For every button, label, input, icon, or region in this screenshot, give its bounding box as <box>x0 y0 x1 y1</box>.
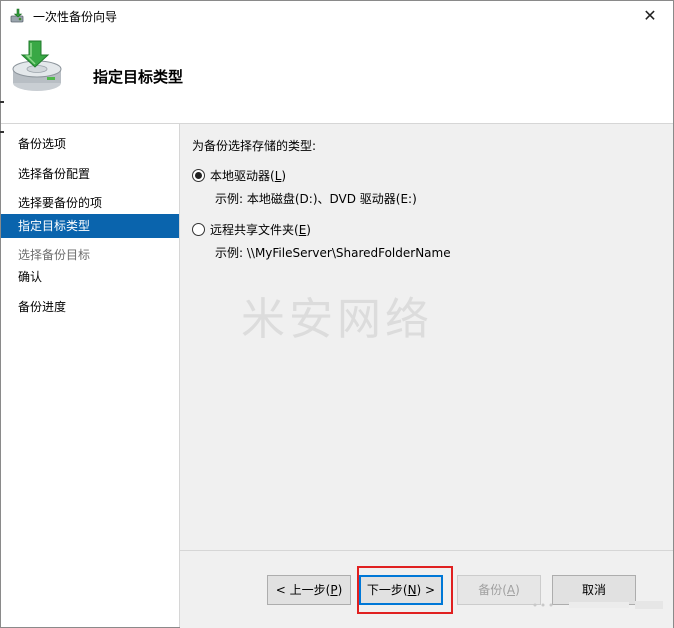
local-drive-example: 示例: 本地磁盘(D:)、DVD 驱动器(E:) <box>215 192 417 206</box>
local-drive-option[interactable]: 本地驱动器(L) <box>192 167 286 185</box>
nav-item-destination-type[interactable]: 指定目标类型 <box>1 214 179 238</box>
wizard-window: 一次性备份向导 ✕ 指定目标类型 备份选项 选择备份配置 选择要备份的项 指定目… <box>0 0 674 628</box>
remote-share-option[interactable]: 远程共享文件夹(E) <box>192 221 311 239</box>
back-button[interactable]: < 上一步(P) <box>267 575 351 605</box>
local-drive-radio[interactable] <box>192 169 205 182</box>
nav-item-backup-config[interactable]: 选择备份配置 <box>1 162 179 186</box>
wizard-step-list: 备份选项 选择备份配置 选择要备份的项 指定目标类型 选择备份目标 确认 备份进… <box>1 124 180 627</box>
title-bar: 一次性备份向导 ✕ <box>1 1 673 31</box>
remote-share-label: 远程共享文件夹(E) <box>210 223 311 237</box>
close-button[interactable]: ✕ <box>627 1 673 31</box>
backup-wizard-icon <box>10 8 24 23</box>
nav-item-backup-progress[interactable]: 备份进度 <box>1 295 179 319</box>
nav-item-backup-destination[interactable]: 选择备份目标 <box>1 243 179 267</box>
storage-type-prompt: 为备份选择存储的类型: <box>192 139 317 153</box>
nav-item-backup-options[interactable]: 备份选项 <box>1 132 179 156</box>
page-title: 指定目标类型 <box>93 68 184 86</box>
wizard-header: 指定目标类型 <box>1 31 673 124</box>
disk-backup-icon <box>12 40 62 91</box>
local-drive-label: 本地驱动器(L) <box>210 169 287 183</box>
window-title: 一次性备份向导 <box>33 10 118 24</box>
watermark-logo-fragment <box>533 601 663 609</box>
watermark-text: 米安网络 <box>241 294 433 345</box>
close-icon: ✕ <box>643 6 657 25</box>
edge-mark <box>0 101 4 103</box>
remote-share-radio[interactable] <box>192 223 205 236</box>
nav-item-confirmation[interactable]: 确认 <box>1 265 179 289</box>
nav-item-select-items[interactable]: 选择要备份的项 <box>1 191 179 215</box>
edge-mark <box>0 131 4 133</box>
next-button-highlight <box>357 566 453 614</box>
remote-share-example: 示例: \\MyFileServer\SharedFolderName <box>215 246 451 260</box>
